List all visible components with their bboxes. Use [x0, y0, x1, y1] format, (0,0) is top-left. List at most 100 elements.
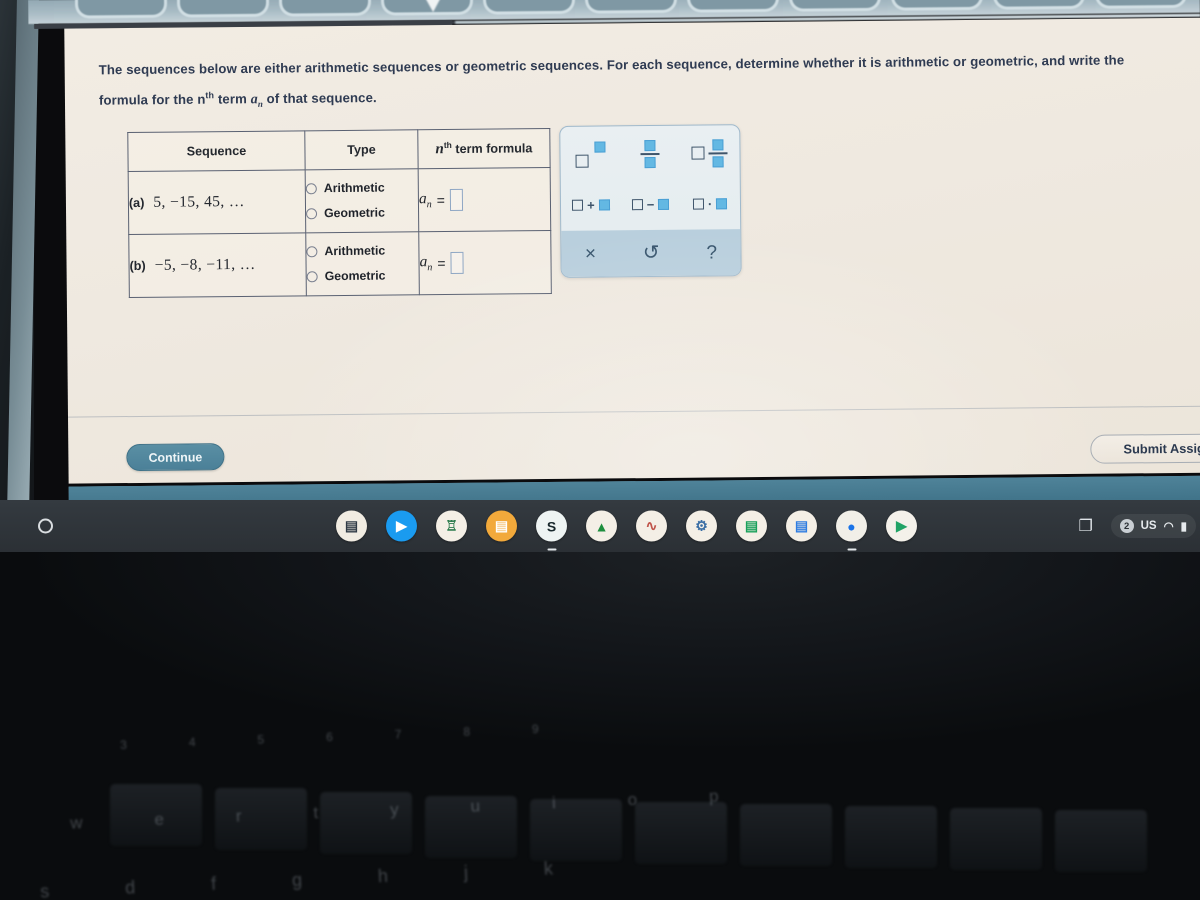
radio-label: Arithmetic — [324, 243, 386, 259]
files-app-icon[interactable]: ▤ — [336, 510, 367, 542]
sequences-table: Sequence Type nth term formula (a) 5, −15… — [127, 127, 552, 299]
key[interactable]: i — [552, 793, 557, 813]
prompt-line-2b: term — [214, 91, 251, 107]
key[interactable]: d — [125, 877, 136, 898]
radio-circle-icon[interactable] — [305, 183, 317, 195]
sequence-cell-a: (a) 5, −15, 45, … — [128, 169, 306, 235]
radio-circle-icon[interactable] — [306, 271, 318, 283]
key[interactable]: w — [70, 813, 83, 833]
radio-circle-icon[interactable] — [306, 208, 318, 220]
key[interactable]: h — [377, 866, 388, 887]
keyboard-number-row: 3 4 5 6 7 8 9 — [120, 722, 539, 752]
screen-capture-icon[interactable]: ❐ — [1071, 511, 1101, 541]
math-input-palette: + − · × ↺ ? — [559, 124, 742, 278]
key[interactable]: 8 — [463, 725, 470, 739]
key[interactable]: 5 — [257, 733, 264, 747]
key[interactable]: y — [390, 800, 399, 820]
palette-button-multiplication[interactable]: · — [692, 196, 728, 211]
browser-tab[interactable] — [77, 0, 165, 16]
key[interactable]: j — [463, 862, 468, 883]
keyboard-layout-label: US — [1140, 520, 1157, 532]
key[interactable]: 3 — [120, 738, 127, 752]
key[interactable]: t — [313, 803, 319, 823]
column-header-type: Type — [304, 129, 419, 170]
key[interactable]: s — [40, 881, 50, 900]
help-icon[interactable]: ? — [706, 242, 717, 263]
key[interactable]: k — [543, 858, 553, 879]
shelf-app-icons: ▤ ▶ ♖ ▤ S ▲ ∿ ⚙ ▤ ▤ ● ▶ — [336, 510, 917, 551]
palette-button-subtraction[interactable]: − — [631, 196, 670, 212]
gdocs-app-icon[interactable]: ▤ — [786, 510, 817, 542]
undo-icon[interactable]: ↺ — [643, 242, 660, 264]
prompt-line-1: The sequences below are either arithmeti… — [98, 52, 1125, 78]
key[interactable]: g — [292, 870, 303, 891]
play-store-app-icon[interactable]: ▶ — [886, 510, 917, 542]
answer-input-b[interactable] — [450, 251, 464, 274]
exponent-icon — [575, 141, 606, 168]
fraction-icon — [640, 140, 660, 168]
key[interactable]: u — [470, 796, 480, 816]
status-area[interactable]: 2 US ◠ ▮ — [1110, 514, 1196, 538]
clear-icon[interactable]: × — [585, 243, 596, 264]
palette-button-mixed-number[interactable] — [691, 139, 728, 168]
answer-input-a[interactable] — [449, 188, 463, 211]
zoom-app-icon[interactable]: ▶ — [386, 510, 417, 542]
equals-sign: = — [436, 192, 445, 209]
key[interactable]: 4 — [189, 735, 196, 749]
type-cell-a: Arithmetic Geometric — [305, 168, 419, 233]
school-app-icon[interactable]: ♖ — [436, 510, 467, 542]
google-drive-app-icon[interactable]: ▲ — [586, 510, 617, 542]
launcher-icon[interactable] — [38, 518, 53, 534]
key[interactable]: p — [709, 786, 719, 806]
minus-icon: − — [631, 196, 670, 212]
type-cell-b: Arithmetic Geometric — [305, 231, 420, 296]
sheets-app-icon[interactable]: ▤ — [736, 510, 767, 542]
radio-circle-icon[interactable] — [306, 246, 318, 258]
browser-tab[interactable] — [1097, 0, 1185, 6]
footer-divider — [68, 405, 1200, 418]
radio-geometric-b[interactable]: Geometric — [306, 263, 419, 289]
schoology-app-icon[interactable]: S — [536, 510, 567, 551]
prompt-line-2a: formula for the n — [98, 91, 206, 108]
browser-tab[interactable] — [179, 0, 267, 15]
browser-tab[interactable] — [791, 0, 879, 9]
formula-cell-b: an = — [418, 230, 552, 295]
browser-tab[interactable] — [689, 0, 777, 10]
key[interactable]: r — [235, 806, 242, 826]
wifi-icon[interactable]: ◠ — [1164, 519, 1174, 533]
browser-tab[interactable] — [893, 0, 981, 8]
key[interactable]: e — [154, 810, 164, 830]
browser-tab[interactable] — [587, 0, 675, 11]
notification-badge[interactable]: 2 — [1119, 519, 1134, 533]
radio-geometric-a[interactable]: Geometric — [306, 200, 418, 226]
palette-button-fraction[interactable] — [640, 140, 660, 168]
continue-button[interactable]: Continue — [126, 443, 225, 472]
browser-tab[interactable] — [281, 0, 369, 14]
submit-assignment-button[interactable]: Submit Assignment — [1090, 433, 1200, 464]
key[interactable]: 9 — [532, 722, 539, 736]
key[interactable]: o — [627, 790, 637, 810]
browser-tab[interactable] — [995, 0, 1083, 7]
key[interactable]: f — [211, 874, 217, 895]
chrome-app-icon[interactable]: ● — [836, 510, 867, 551]
radio-arithmetic-a[interactable]: Arithmetic — [305, 175, 418, 201]
key[interactable]: 7 — [394, 727, 401, 741]
settings-app-icon[interactable]: ⚙ — [686, 510, 717, 542]
key[interactable]: 6 — [326, 730, 333, 744]
chromeos-shelf: ▤ ▶ ♖ ▤ S ▲ ∿ ⚙ ▤ ▤ ● ▶ ❐ 2 US ◠ ▮ — [0, 500, 1200, 552]
docs-app-icon[interactable]: ▤ — [486, 510, 517, 542]
row-label-b: (b) — [129, 258, 146, 274]
laptop-screen: The sequences below are either arithmeti… — [28, 0, 1200, 512]
palette-action-bar: × ↺ ? — [561, 229, 741, 277]
header-formula-rest: term formula — [451, 141, 533, 157]
multiply-icon: · — [692, 196, 728, 211]
radio-label: Geometric — [323, 205, 385, 221]
desmos-app-icon[interactable]: ∿ — [636, 510, 667, 542]
palette-button-exponent[interactable] — [575, 141, 606, 168]
radio-arithmetic-b[interactable]: Arithmetic — [306, 238, 418, 264]
mouse-cursor-icon — [420, 0, 446, 13]
browser-tab[interactable] — [485, 0, 573, 12]
palette-button-addition[interactable]: + — [571, 197, 610, 212]
mixed-number-icon — [691, 139, 728, 168]
battery-icon[interactable]: ▮ — [1181, 519, 1187, 533]
